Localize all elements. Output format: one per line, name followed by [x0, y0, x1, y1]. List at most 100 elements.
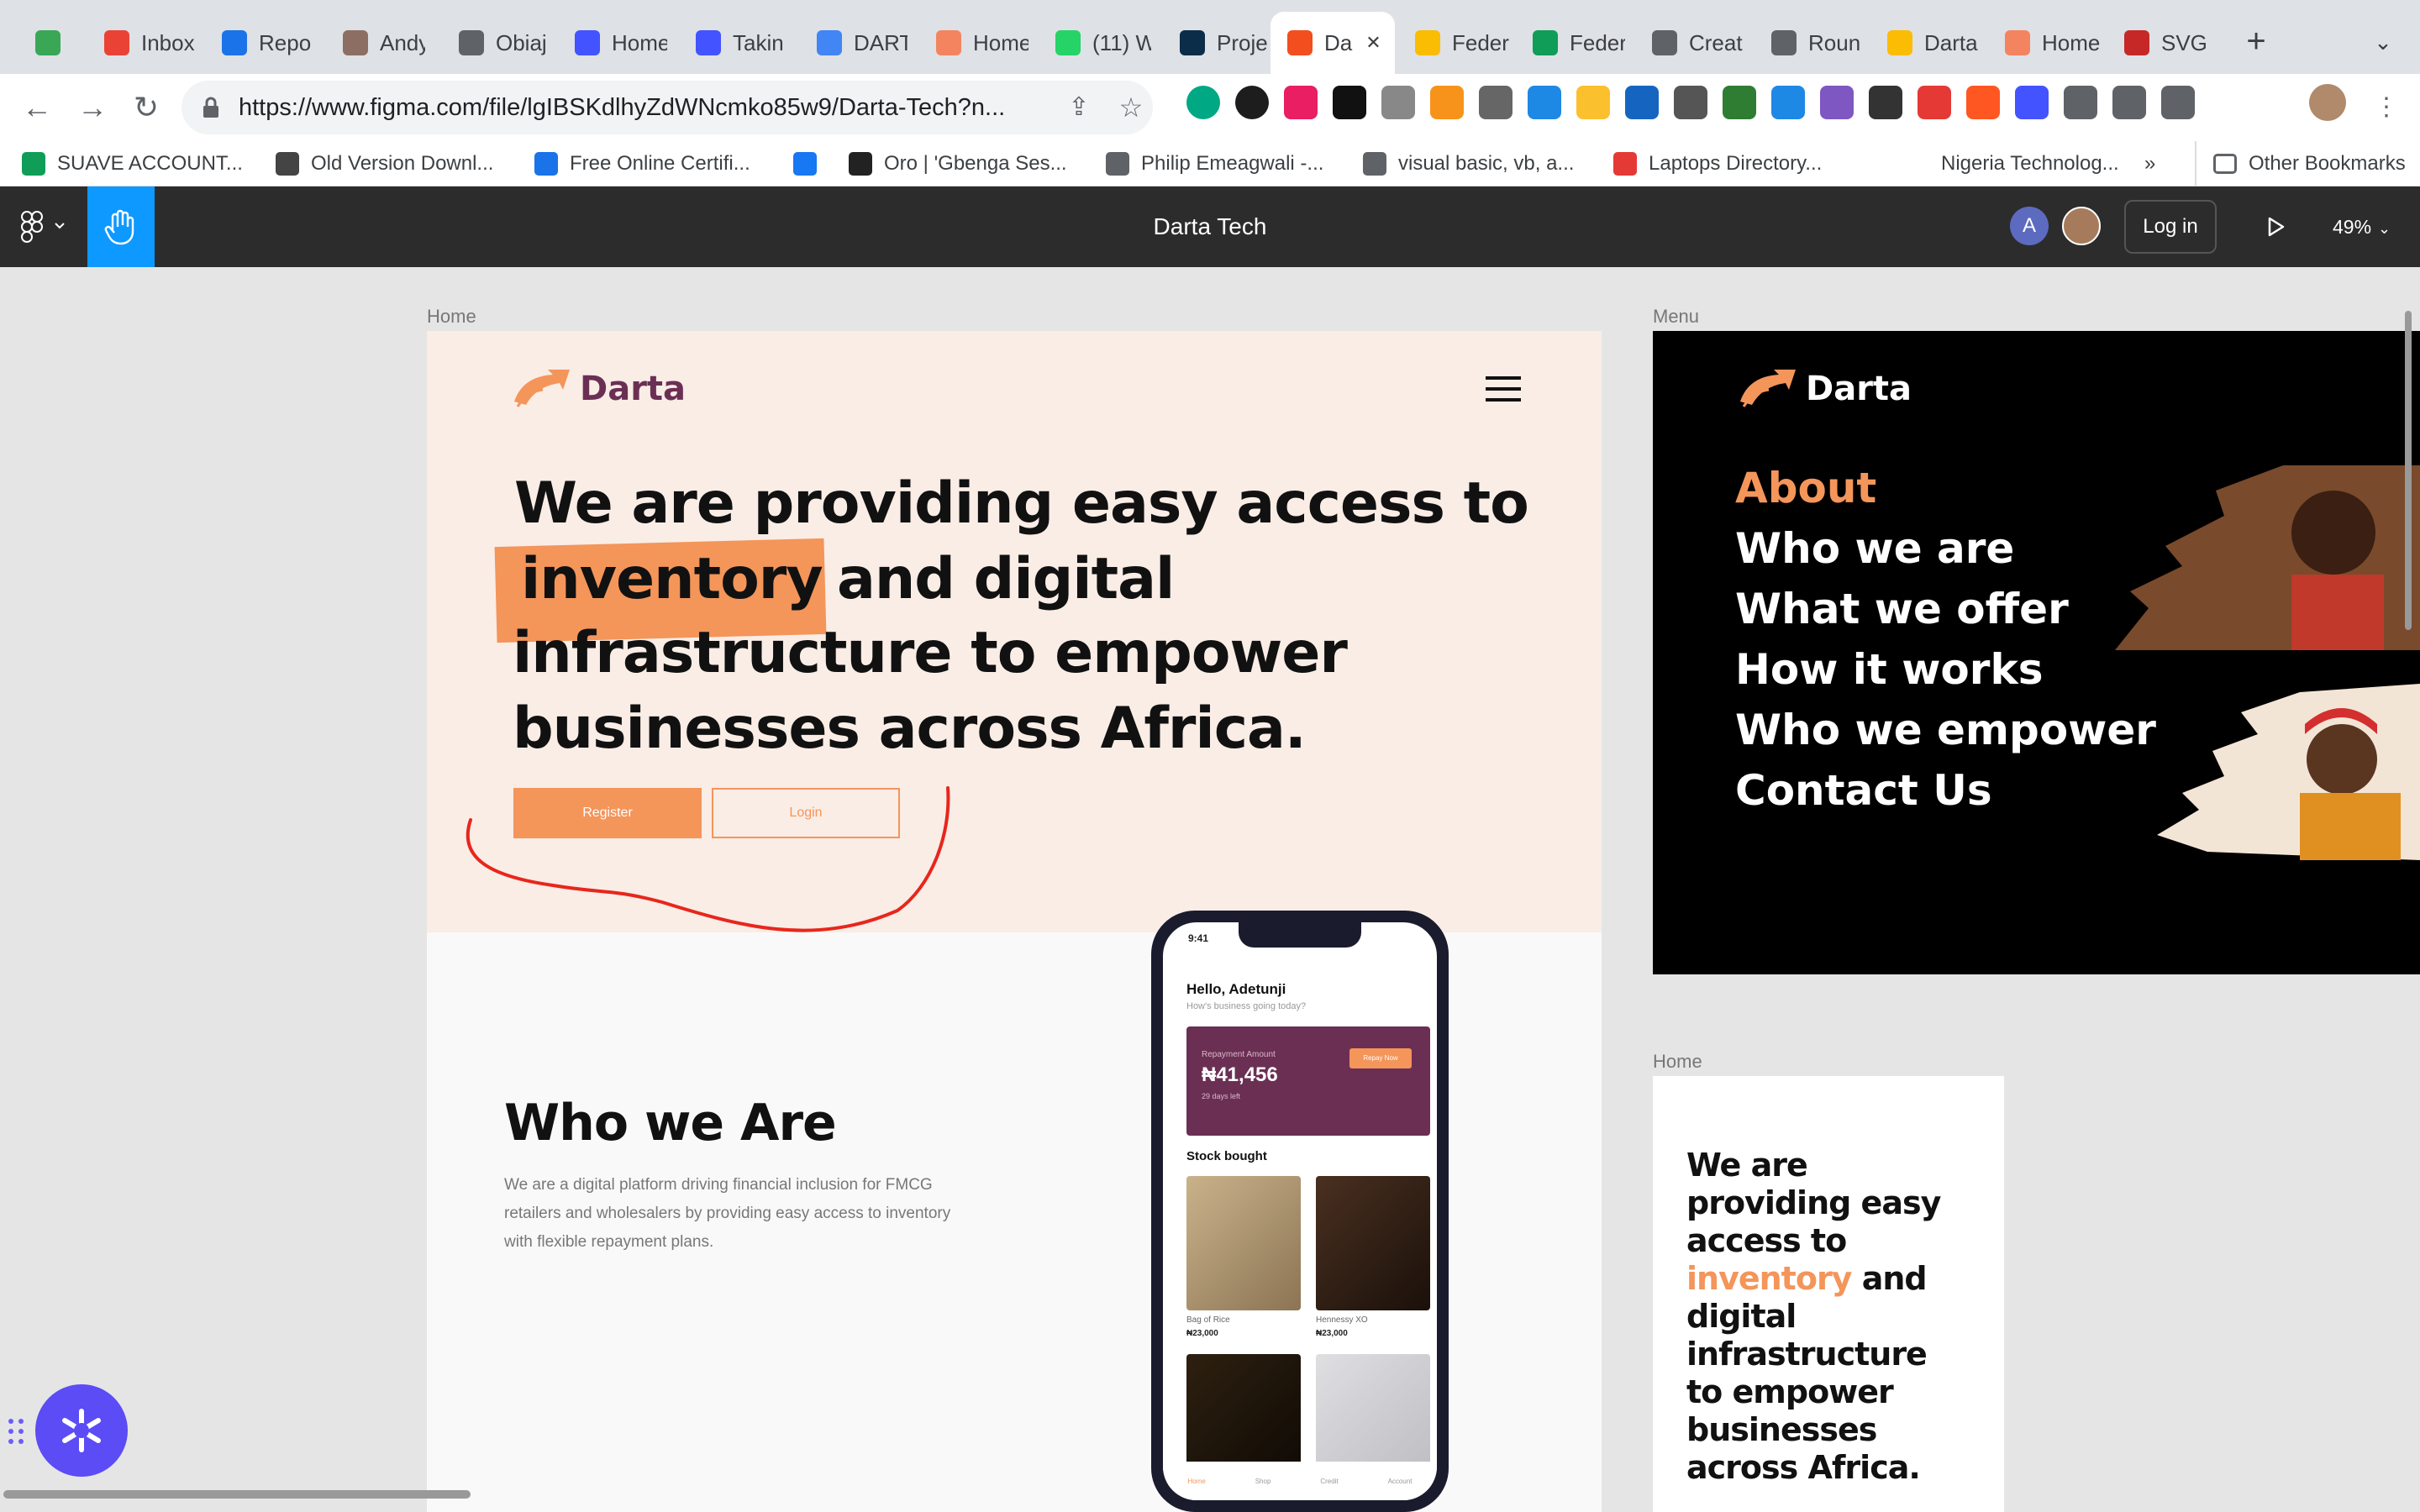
menu-item-contact-us[interactable]: Contact Us: [1735, 766, 1992, 815]
extension-icon[interactable]: [1820, 86, 1854, 119]
bookmark-item[interactable]: Free Online Certifi...: [534, 141, 750, 186]
nav-home[interactable]: Home: [1187, 1478, 1205, 1485]
back-icon[interactable]: ←: [17, 87, 57, 128]
other-bookmarks[interactable]: Other Bookmarks: [2195, 141, 2406, 186]
browser-tab[interactable]: Roun: [1754, 12, 1867, 74]
browser-tab[interactable]: Takin: [679, 12, 788, 74]
nav-account[interactable]: Account: [1388, 1478, 1413, 1485]
browser-tab[interactable]: Darta: [1870, 12, 1986, 74]
extension-icon[interactable]: [1966, 86, 2000, 119]
extension-icon[interactable]: [2064, 86, 2097, 119]
bookmark-favicon-icon: [534, 152, 558, 176]
extension-icon[interactable]: [2161, 86, 2195, 119]
extension-icon[interactable]: [1333, 86, 1366, 119]
browser-tab[interactable]: (11) W: [1039, 12, 1151, 74]
browser-tab[interactable]: Home: [558, 12, 667, 74]
extension-icon[interactable]: [1869, 86, 1902, 119]
figma-main-menu[interactable]: [18, 210, 69, 244]
bookmark-item[interactable]: Old Version Downl...: [276, 141, 493, 186]
bookmark-favicon-icon: [1613, 152, 1637, 176]
browser-tab[interactable]: Feder: [1398, 12, 1516, 74]
bookmark-star-icon[interactable]: ☆: [1111, 87, 1151, 128]
bookmark-item[interactable]: [793, 141, 829, 186]
close-tab-icon[interactable]: ✕: [1365, 32, 1381, 54]
extension-icon[interactable]: [1771, 86, 1805, 119]
lock-icon[interactable]: [202, 96, 220, 119]
browser-tab[interactable]: Home: [919, 12, 1028, 74]
body-line: retailers and wholesalers by providing e…: [504, 1205, 951, 1222]
browser-tab[interactable]: Inbox: [87, 12, 208, 74]
browser-tab[interactable]: Proje: [1163, 12, 1276, 74]
browser-tab[interactable]: [18, 12, 74, 74]
browser-menu-icon[interactable]: ⋮: [2366, 87, 2407, 128]
hamburger-menu-icon[interactable]: [1486, 375, 1521, 403]
drag-handle-icon[interactable]: [7, 1416, 27, 1446]
bookmark-item[interactable]: SUAVE ACCOUNT...: [22, 141, 243, 186]
bookmark-label: visual basic, vb, a...: [1398, 152, 1575, 175]
browser-tab[interactable]: Creat: [1635, 12, 1748, 74]
frame-label-menu[interactable]: Menu: [1653, 306, 1699, 328]
nav-shop[interactable]: Shop: [1255, 1478, 1271, 1485]
zoom-dropdown[interactable]: 49% ⌄: [2333, 210, 2391, 244]
new-tab-button[interactable]: +: [2235, 20, 2277, 62]
browser-tab[interactable]: Da ✕: [1270, 12, 1395, 74]
bookmark-item[interactable]: Nigeria Technolog...: [1906, 141, 2119, 186]
extension-icon[interactable]: [1528, 86, 1561, 119]
collaborator-avatar[interactable]: A: [2010, 207, 2049, 245]
figma-canvas[interactable]: Home Menu Home Darta We are providing ea…: [0, 267, 2420, 1512]
bookmark-item[interactable]: Laptops Directory...: [1613, 141, 1822, 186]
extension-icon[interactable]: [1381, 86, 1415, 119]
menu-item-who-we-are[interactable]: Who we are: [1735, 524, 2014, 573]
extension-icon[interactable]: [1576, 86, 1610, 119]
menu-item-who-we-empower[interactable]: Who we empower: [1735, 706, 2156, 754]
extension-icon[interactable]: [2015, 86, 2049, 119]
url-text[interactable]: https://www.figma.com/file/lgIBSKdlhyZdW…: [239, 87, 1005, 128]
login-button[interactable]: Log in: [2124, 200, 2217, 254]
browser-tab[interactable]: Feder: [1516, 12, 1625, 74]
home-mobile-frame[interactable]: We are providing easy access to inventor…: [1653, 1076, 2004, 1512]
extension-icon[interactable]: [1284, 86, 1318, 119]
bookmarks-overflow[interactable]: »: [2144, 141, 2155, 186]
repay-now-button[interactable]: Repay Now: [1349, 1048, 1412, 1068]
extension-icon[interactable]: [1186, 86, 1220, 119]
menu-item-about[interactable]: About: [1735, 464, 1876, 512]
extension-icon[interactable]: [1674, 86, 1707, 119]
tab-search-icon[interactable]: ⌄: [2366, 25, 2400, 59]
bookmark-item[interactable]: Philip Emeagwali -...: [1106, 141, 1323, 186]
home-frame[interactable]: Darta We are providing easy access to in…: [427, 331, 1602, 1512]
file-title[interactable]: Darta Tech: [1092, 186, 1328, 267]
menu-item-what-we-offer[interactable]: What we offer: [1735, 585, 2069, 633]
extension-icon[interactable]: [1723, 86, 1756, 119]
forward-icon[interactable]: →: [72, 87, 113, 128]
asterisk-icon: [62, 1409, 101, 1452]
present-play-icon[interactable]: [2259, 210, 2292, 244]
extension-icon[interactable]: [1479, 86, 1512, 119]
browser-tab[interactable]: Obiaj: [442, 12, 550, 74]
floating-widget-button[interactable]: [35, 1384, 128, 1477]
extension-icon[interactable]: [1625, 86, 1659, 119]
frame-label-home[interactable]: Home: [427, 306, 476, 328]
bookmark-item[interactable]: visual basic, vb, a...: [1363, 141, 1574, 186]
zoom-level: 49%: [2333, 216, 2372, 238]
user-avatar[interactable]: [2062, 207, 2101, 245]
menu-item-how-it-works[interactable]: How it works: [1735, 645, 2043, 694]
extension-icon[interactable]: [1235, 86, 1269, 119]
bookmark-item[interactable]: Oro | 'Gbenga Ses...: [849, 141, 1067, 186]
browser-tab[interactable]: Andy: [326, 12, 425, 74]
menu-frame[interactable]: Darta About Who we are What we offer How…: [1653, 331, 2420, 974]
extension-icon[interactable]: [1430, 86, 1464, 119]
extension-icon[interactable]: [2112, 86, 2146, 119]
browser-tab[interactable]: Repo: [205, 12, 314, 74]
share-icon[interactable]: ⇪: [1059, 87, 1099, 128]
profile-avatar[interactable]: [2309, 84, 2346, 121]
hand-tool-button[interactable]: [87, 186, 155, 267]
nav-credit[interactable]: Credit: [1320, 1478, 1338, 1485]
browser-tab[interactable]: DART: [800, 12, 908, 74]
horizontal-scrollbar[interactable]: [3, 1490, 471, 1499]
frame-label-home2[interactable]: Home: [1653, 1051, 1702, 1073]
reload-icon[interactable]: ↻: [126, 87, 166, 128]
extension-icon[interactable]: [1918, 86, 1951, 119]
vertical-scrollbar[interactable]: [2405, 311, 2412, 630]
browser-tab[interactable]: Home: [1988, 12, 2102, 74]
browser-tab[interactable]: SVG: [2107, 12, 2217, 74]
